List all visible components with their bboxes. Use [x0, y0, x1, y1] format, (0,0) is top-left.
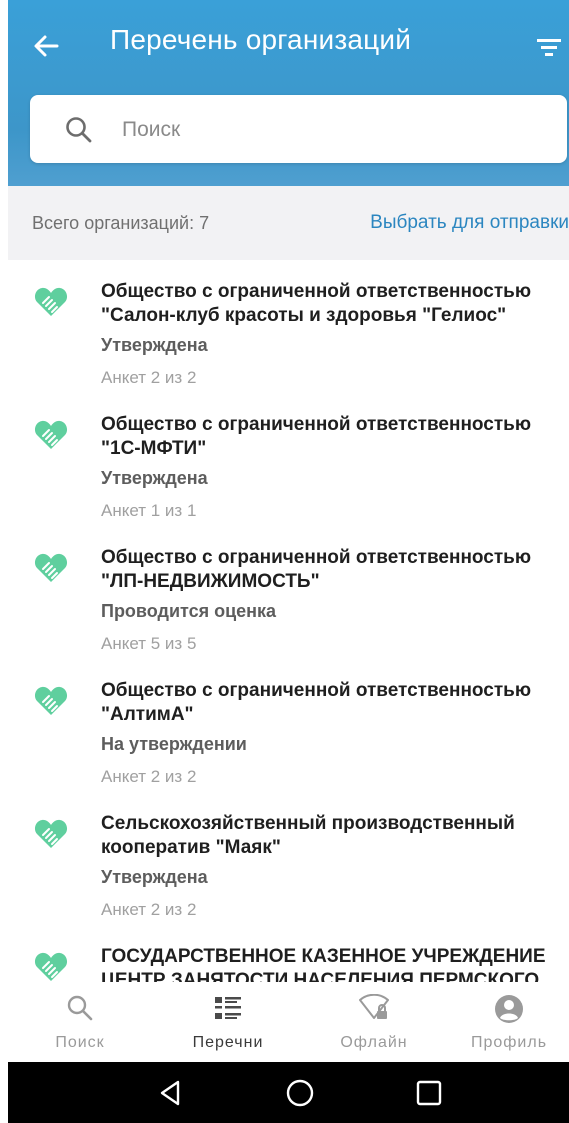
app-screen: Перечень организаций Всего организаций: … — [8, 0, 569, 1123]
organization-name: Общество с ограниченной ответственностью… — [101, 281, 532, 326]
organization-name: ГОСУДАРСТВЕННОЕ КАЗЕННОЕ УЧРЕЖДЕНИЕ ЦЕНТ… — [101, 946, 546, 982]
list-item[interactable]: Общество с ограниченной ответственностью… — [8, 659, 569, 791]
organization-list: Общество с ограниченной ответственностью… — [8, 260, 569, 982]
forms-count: Анкет 1 из 1 — [101, 501, 197, 520]
nav-item-lists[interactable]: Перечни — [168, 982, 288, 1062]
back-button[interactable] — [28, 28, 64, 64]
forms-count: Анкет 2 из 2 — [101, 368, 197, 387]
nav-label: Перечни — [192, 1034, 264, 1051]
list-item[interactable]: Общество с ограниченной ответственностью… — [8, 260, 569, 392]
organization-status: Утверждена — [101, 335, 208, 355]
nav-item-offline[interactable]: Офлайн — [314, 982, 434, 1062]
profile-icon — [495, 995, 523, 1023]
wifi-lock-icon — [359, 994, 389, 1019]
app-header: Перечень организаций — [8, 0, 569, 186]
handshake-heart-icon — [34, 287, 68, 316]
forms-count: Анкет 2 из 2 — [101, 900, 197, 919]
handshake-heart-icon — [34, 686, 68, 715]
forms-count: Анкет 5 из 5 — [101, 634, 197, 653]
list-item[interactable]: Сельскохозяйственный производственный ко… — [8, 792, 569, 924]
search-box[interactable] — [30, 95, 567, 163]
forms-count: Анкет 2 из 2 — [101, 767, 197, 786]
search-icon — [66, 117, 92, 143]
handshake-heart-icon — [34, 553, 68, 582]
system-navigation-bar — [8, 1062, 569, 1123]
organization-name: Общество с ограниченной ответственностью… — [101, 680, 532, 725]
arrow-left-icon — [34, 35, 59, 57]
summary-bar: Всего организаций: 7 Выбрать для отправк… — [8, 186, 569, 260]
nav-label: Профиль — [470, 1034, 548, 1051]
back-triangle-icon[interactable] — [156, 1078, 186, 1108]
organization-name: Общество с ограниченной ответственностью… — [101, 414, 532, 459]
handshake-heart-icon — [34, 420, 68, 449]
organization-status: Утверждена — [101, 867, 208, 887]
handshake-heart-icon — [34, 819, 68, 848]
handshake-heart-icon — [34, 952, 68, 981]
home-circle-icon[interactable] — [285, 1078, 315, 1108]
nav-label: Офлайн — [340, 1034, 408, 1051]
list-item[interactable]: Общество с ограниченной ответственностью… — [8, 393, 569, 525]
organization-status: Проводится оценка — [101, 601, 277, 621]
filter-icon — [537, 39, 561, 56]
select-for-sending-link[interactable]: Выбрать для отправки — [370, 212, 569, 234]
organization-status: На утверждении — [101, 734, 247, 754]
filter-button[interactable] — [532, 30, 566, 64]
search-input[interactable] — [120, 109, 554, 151]
nav-item-profile[interactable]: Профиль — [449, 982, 569, 1062]
list-item[interactable]: Общество с ограниченной ответственностью… — [8, 526, 569, 658]
nav-label: Поиск — [55, 1034, 105, 1051]
organization-name: Сельскохозяйственный производственный ко… — [101, 813, 515, 858]
organization-name: Общество с ограниченной ответственностью… — [101, 547, 532, 592]
organization-status: Утверждена — [101, 468, 208, 488]
organizations-count: Всего организаций: 7 — [32, 213, 210, 233]
search-icon — [67, 995, 93, 1021]
nav-item-search[interactable]: Поиск — [20, 982, 140, 1062]
page-title: Перечень организаций — [110, 24, 412, 55]
list-item[interactable]: ГОСУДАРСТВЕННОЕ КАЗЕННОЕ УЧРЕЖДЕНИЕ ЦЕНТ… — [8, 925, 569, 982]
bottom-navigation: Поиск Перечни Офлайн Профиль — [8, 982, 569, 1062]
recents-square-icon[interactable] — [414, 1078, 444, 1108]
list-icon — [215, 997, 241, 1019]
